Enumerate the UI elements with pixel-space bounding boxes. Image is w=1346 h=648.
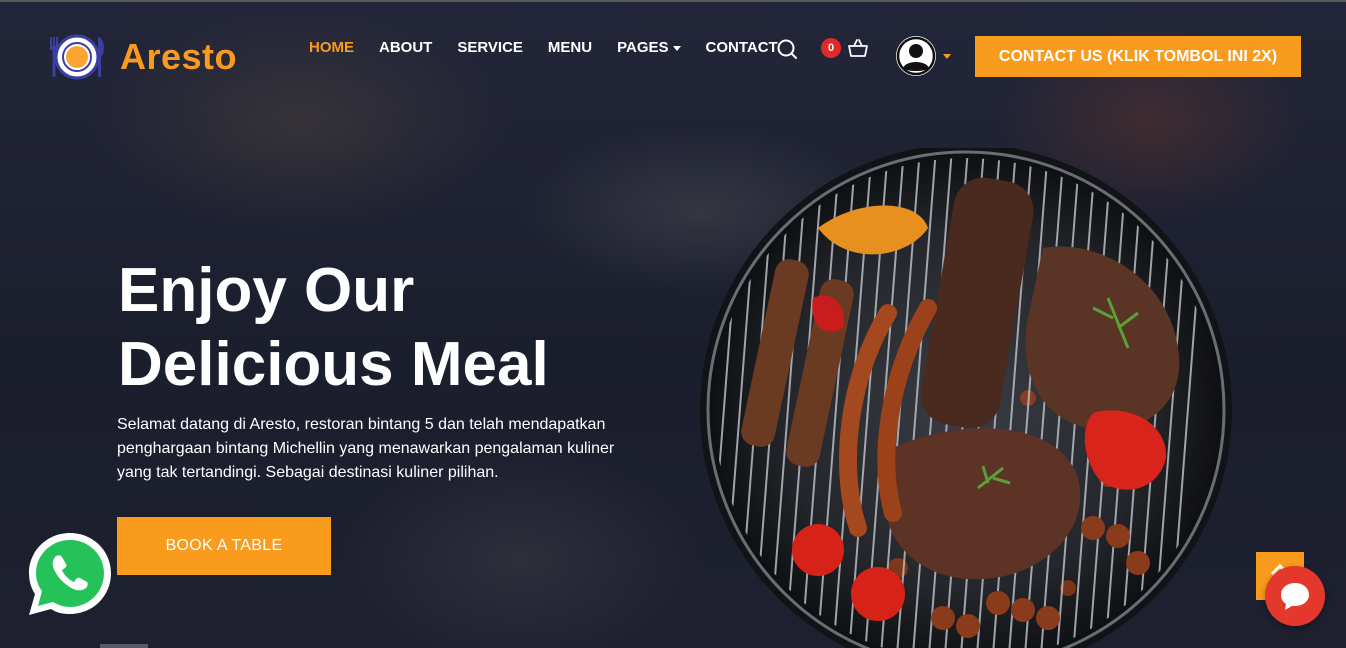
top-divider (0, 0, 1346, 2)
nav-item-contact[interactable]: CONTACT (706, 39, 778, 56)
user-menu[interactable] (896, 36, 951, 76)
search-icon[interactable] (776, 38, 798, 60)
live-chat-button[interactable] (1265, 566, 1325, 626)
nav-item-home[interactable]: HOME (309, 39, 354, 56)
chevron-down-icon (943, 53, 951, 59)
avatar (896, 36, 936, 76)
contact-us-button[interactable]: CONTACT US (KLIK TOMBOL INI 2X) (975, 36, 1301, 77)
bottom-divider (100, 644, 148, 648)
whatsapp-icon[interactable] (25, 529, 115, 619)
nav-item-pages-label: PAGES (617, 39, 669, 56)
chat-bubble-icon (1281, 583, 1309, 610)
main-nav: HOME ABOUT SERVICE MENU PAGES CONTACT (309, 39, 803, 56)
brand-logo[interactable]: Aresto (48, 32, 237, 82)
book-table-button[interactable]: BOOK A TABLE (117, 517, 331, 575)
shopping-basket-icon (848, 39, 868, 57)
cart-count-badge: 0 (821, 38, 841, 58)
hero-description: Selamat datang di Aresto, restoran binta… (117, 416, 615, 481)
nav-item-about[interactable]: ABOUT (379, 39, 432, 56)
hero-title: Enjoy Our Delicious Meal (118, 254, 678, 402)
hero-title-line2: Delicious Meal (118, 330, 549, 399)
grill-food-image (700, 148, 1232, 648)
cart-button[interactable]: 0 (821, 38, 869, 58)
nav-item-service[interactable]: SERVICE (457, 39, 523, 56)
hero-section: Aresto HOME ABOUT SERVICE MENU PAGES CON… (0, 0, 1346, 648)
brand-name: Aresto (120, 36, 238, 77)
hero-title-line1: Enjoy Our (118, 256, 415, 325)
nav-item-menu[interactable]: MENU (548, 39, 592, 56)
user-avatar-icon (896, 36, 936, 76)
plate-cutlery-icon (50, 34, 104, 80)
chevron-down-icon (672, 45, 681, 51)
nav-item-pages[interactable]: PAGES (617, 39, 681, 56)
